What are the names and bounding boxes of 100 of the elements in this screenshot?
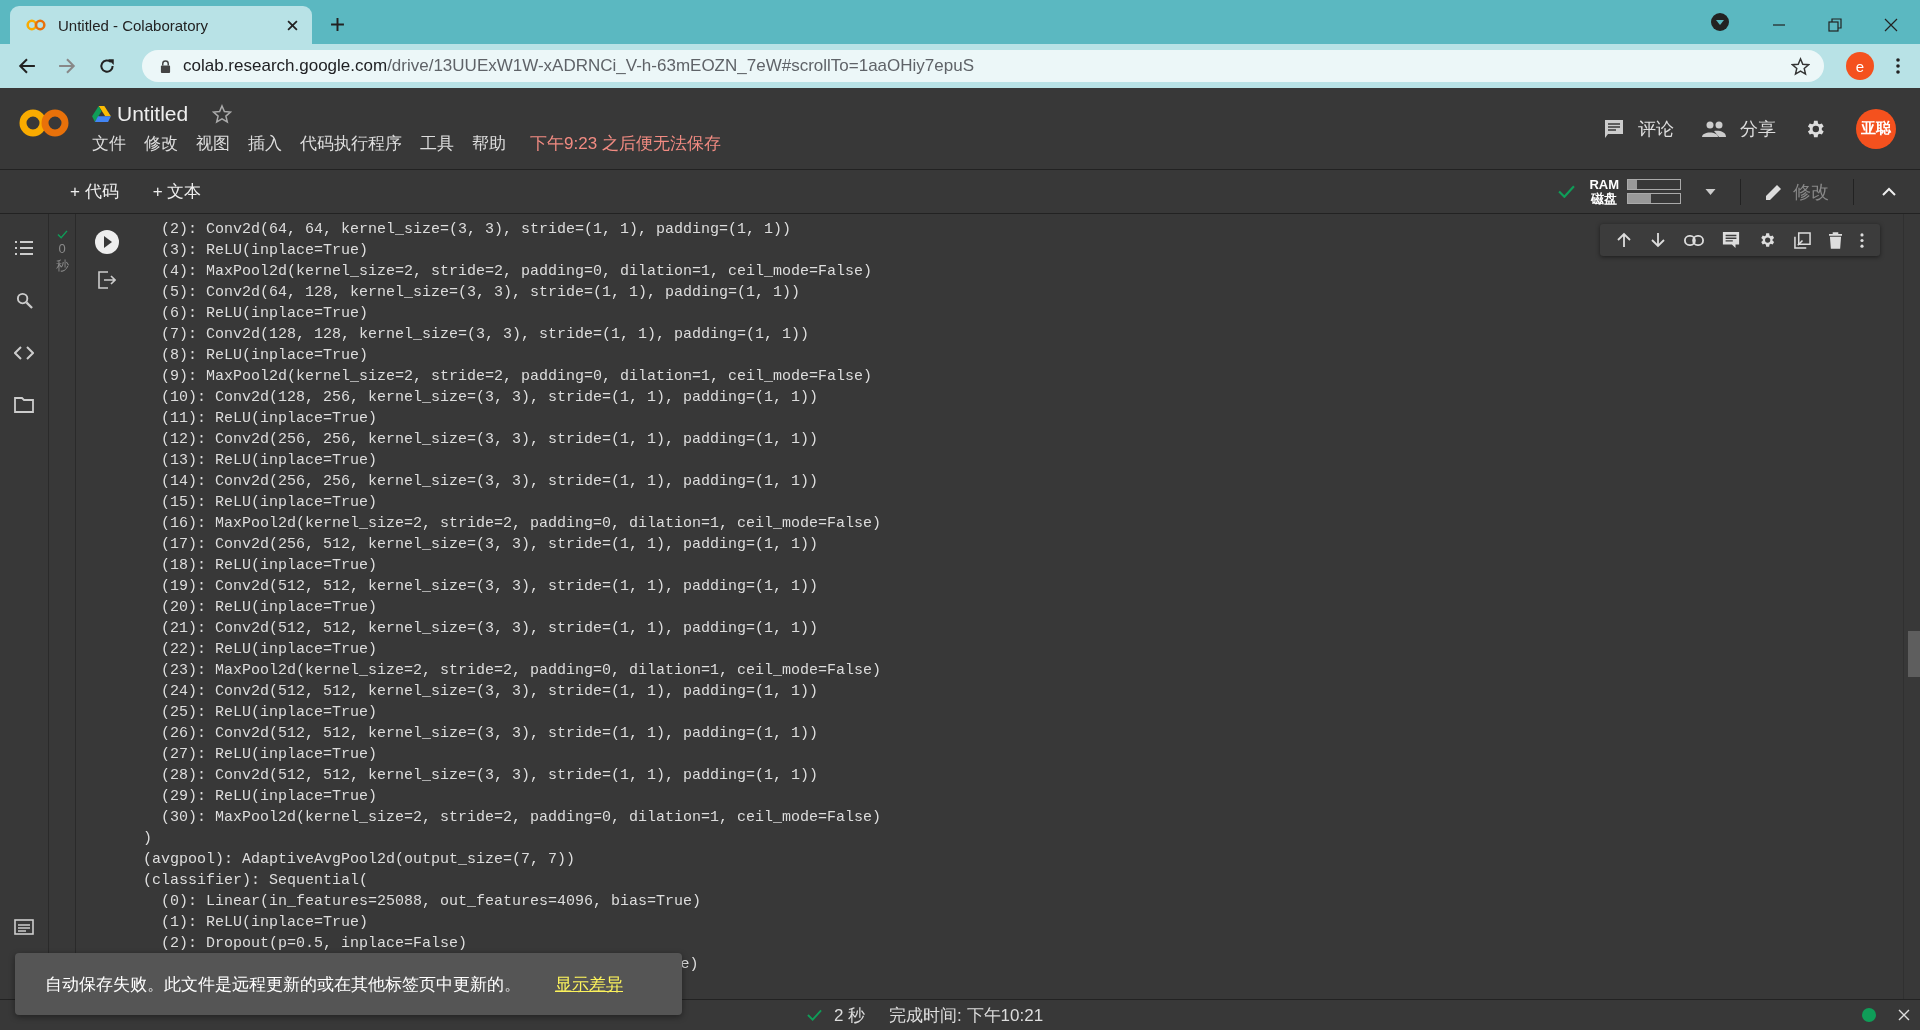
show-diff-link[interactable]: 显示差异 bbox=[555, 972, 623, 996]
mirror-cell-icon[interactable] bbox=[1794, 231, 1811, 249]
output-line: (21): Conv2d(512, 512, kernel_size=(3, 3), stride=(1, 1), padding=(1, 1)) bbox=[160, 619, 820, 639]
output-line: (7): Conv2d(128, 128, kernel_size=(3, 3), stride=(1, 1), padding=(1, 1)) bbox=[160, 325, 811, 345]
toc-icon[interactable] bbox=[15, 241, 33, 255]
lock-icon bbox=[160, 59, 171, 73]
completion-time: 完成时间: 下午10:21 bbox=[889, 1004, 1044, 1027]
usage-bar bbox=[1627, 193, 1681, 204]
output-line: (24): Conv2d(512, 512, kernel_size=(3, 3), stride=(1, 1), padding=(1, 1)) bbox=[160, 682, 820, 702]
output-line: (avgpool): AdaptiveAvgPool2d(output_size=(7, 7)) bbox=[143, 850, 577, 870]
execution-unit: 秒 bbox=[55, 258, 69, 273]
restore-icon[interactable] bbox=[1828, 18, 1842, 32]
output-line: (28): Conv2d(512, 512, kernel_size=(3, 3), stride=(1, 1), padding=(1, 1)) bbox=[160, 766, 820, 786]
new-tab-icon[interactable] bbox=[330, 17, 345, 32]
collapse-icon[interactable] bbox=[1882, 187, 1896, 196]
add-cell-button[interactable]: + 代码 bbox=[70, 180, 119, 203]
menu-item[interactable]: 代码执行程序 bbox=[300, 132, 402, 155]
more-icon[interactable] bbox=[1896, 58, 1900, 74]
arrow-down-icon[interactable] bbox=[1650, 232, 1666, 248]
output-line: (30): MaxPool2d(kernel_size=2, stride=2, padding=0, dilation=1, ceil_mode=False) bbox=[160, 808, 882, 828]
resource-label: 磁盘 bbox=[1589, 191, 1619, 206]
output-line: (12): Conv2d(256, 256, kernel_size=(3, 3), stride=(1, 1), padding=(1, 1)) bbox=[160, 430, 820, 450]
code-icon[interactable] bbox=[14, 346, 34, 360]
output-line: (19): Conv2d(512, 512, kernel_size=(3, 3), stride=(1, 1), padding=(1, 1)) bbox=[160, 577, 820, 597]
output-line: (11): ReLU(inplace=True) bbox=[160, 409, 379, 429]
menu-item[interactable]: 修改 bbox=[144, 132, 178, 155]
browser-tab[interactable]: Untitled - Colaboratory bbox=[10, 6, 312, 44]
resource-label: RAM bbox=[1589, 177, 1619, 192]
terminal-icon[interactable] bbox=[14, 919, 34, 935]
output-line: (14): Conv2d(256, 256, kernel_size=(3, 3), stride=(1, 1), padding=(1, 1)) bbox=[160, 472, 820, 492]
pencil-icon bbox=[1765, 182, 1783, 201]
toast-message: 自动保存失败。此文件是远程更新的或在其他标签页中更新的。 bbox=[45, 973, 521, 996]
more-icon[interactable] bbox=[1860, 232, 1864, 248]
output-line: (2): Conv2d(64, 64, kernel_size=(3, 3), stride=(1, 1), padding=(1, 1)) bbox=[160, 220, 793, 240]
menu-item[interactable]: 帮助 bbox=[472, 132, 506, 155]
output-line: (18): ReLU(inplace=True) bbox=[160, 556, 379, 576]
tab-title: Untitled - Colaboratory bbox=[58, 16, 210, 34]
execution-count: 0 bbox=[58, 241, 66, 256]
output-line: (20): ReLU(inplace=True) bbox=[160, 598, 379, 618]
check-icon bbox=[56, 230, 68, 239]
output-line: (6): ReLU(inplace=True) bbox=[160, 304, 370, 324]
caret-icon[interactable] bbox=[1705, 188, 1716, 195]
back-icon[interactable] bbox=[18, 57, 36, 75]
output-line: (27): ReLU(inplace=True) bbox=[160, 745, 379, 765]
output-icon[interactable] bbox=[97, 271, 116, 289]
save-warning[interactable]: 下午9:23 之后便无法保存 bbox=[530, 132, 721, 155]
output-line: (17): Conv2d(256, 512, kernel_size=(3, 3), stride=(1, 1), padding=(1, 1)) bbox=[160, 535, 820, 555]
output-line: (23): MaxPool2d(kernel_size=2, stride=2, padding=0, dilation=1, ceil_mode=False) bbox=[160, 661, 882, 681]
dropdown-icon[interactable] bbox=[1710, 12, 1730, 32]
scrollbar-thumb[interactable] bbox=[1908, 631, 1920, 677]
output-line: (10): Conv2d(128, 256, kernel_size=(3, 3), stride=(1, 1), padding=(1, 1)) bbox=[160, 388, 820, 408]
output-line: (25): ReLU(inplace=True) bbox=[160, 703, 379, 723]
comment-button[interactable]: 评论 bbox=[1604, 116, 1674, 141]
menu-item[interactable]: 工具 bbox=[420, 132, 454, 155]
output-line: (2): Dropout(p=0.5, inplace=False) bbox=[160, 934, 469, 954]
output-line: (29): ReLU(inplace=True) bbox=[160, 787, 379, 807]
close-icon[interactable] bbox=[1884, 18, 1898, 32]
output-line: (3): ReLU(inplace=True) bbox=[160, 241, 370, 261]
resource-monitor[interactable]: RAM 磁盘 bbox=[1589, 177, 1681, 206]
add-cell-button[interactable]: + 文本 bbox=[152, 180, 202, 203]
close-icon[interactable] bbox=[287, 19, 298, 31]
output-line: e) bbox=[679, 955, 700, 975]
people-icon bbox=[1702, 120, 1726, 137]
bookmark-star-icon[interactable] bbox=[1791, 56, 1810, 76]
delete-icon[interactable] bbox=[1829, 231, 1842, 249]
execution-duration: 2 秒 bbox=[833, 1004, 866, 1027]
check-icon bbox=[806, 1009, 822, 1021]
output-line: (9): MaxPool2d(kernel_size=2, stride=2, padding=0, dilation=1, ceil_mode=False) bbox=[160, 367, 874, 387]
folder-icon[interactable] bbox=[14, 397, 34, 413]
menu-item[interactable]: 插入 bbox=[248, 132, 282, 155]
comment-icon bbox=[1604, 118, 1624, 139]
star-icon[interactable] bbox=[212, 104, 233, 124]
colab-logo-icon bbox=[26, 19, 46, 31]
usage-bar bbox=[1627, 179, 1681, 190]
output-line: (0): Linear(in_features=25088, out_features=4096, bias=True) bbox=[160, 892, 703, 912]
run-icon[interactable] bbox=[93, 229, 120, 255]
menu-item[interactable]: 文件 bbox=[92, 132, 126, 155]
link-icon[interactable] bbox=[1684, 234, 1704, 246]
drive-icon bbox=[92, 106, 111, 122]
output-line: (5): Conv2d(64, 128, kernel_size=(3, 3), stride=(1, 1), padding=(1, 1)) bbox=[160, 283, 802, 303]
output-line: (4): MaxPool2d(kernel_size=2, stride=2, padding=0, dilation=1, ceil_mode=False) bbox=[160, 262, 874, 282]
output-line: (22): ReLU(inplace=True) bbox=[160, 640, 379, 660]
output-line: (15): ReLU(inplace=True) bbox=[160, 493, 379, 513]
address-field[interactable]: colab.research.google.com/drive/13UUExW1W-xADRNCi_V-h-63mEOZN_7eW#scrollTo=1aaOHiy7epuS bbox=[142, 50, 1824, 82]
comment-icon[interactable] bbox=[1722, 231, 1740, 249]
output-line: ) bbox=[143, 829, 153, 849]
output-line: (8): ReLU(inplace=True) bbox=[160, 346, 370, 366]
notebook-title[interactable]: Untitled bbox=[117, 102, 189, 126]
arrow-up-icon[interactable] bbox=[1616, 232, 1632, 248]
output-line: (classifier): Sequential( bbox=[143, 871, 370, 891]
search-icon[interactable] bbox=[15, 292, 33, 309]
share-button[interactable]: 分享 bbox=[1702, 116, 1776, 141]
colab-logo-icon[interactable] bbox=[18, 107, 70, 138]
reload-icon[interactable] bbox=[98, 57, 116, 75]
menu-item[interactable]: 视图 bbox=[196, 132, 230, 155]
check-icon bbox=[1558, 185, 1576, 198]
output-line: (26): Conv2d(512, 512, kernel_size=(3, 3), stride=(1, 1), padding=(1, 1)) bbox=[160, 724, 820, 744]
output-line: (16): MaxPool2d(kernel_size=2, stride=2, padding=0, dilation=1, ceil_mode=False) bbox=[160, 514, 882, 534]
output-line: (13): ReLU(inplace=True) bbox=[160, 451, 379, 471]
forward-icon[interactable] bbox=[58, 57, 76, 75]
